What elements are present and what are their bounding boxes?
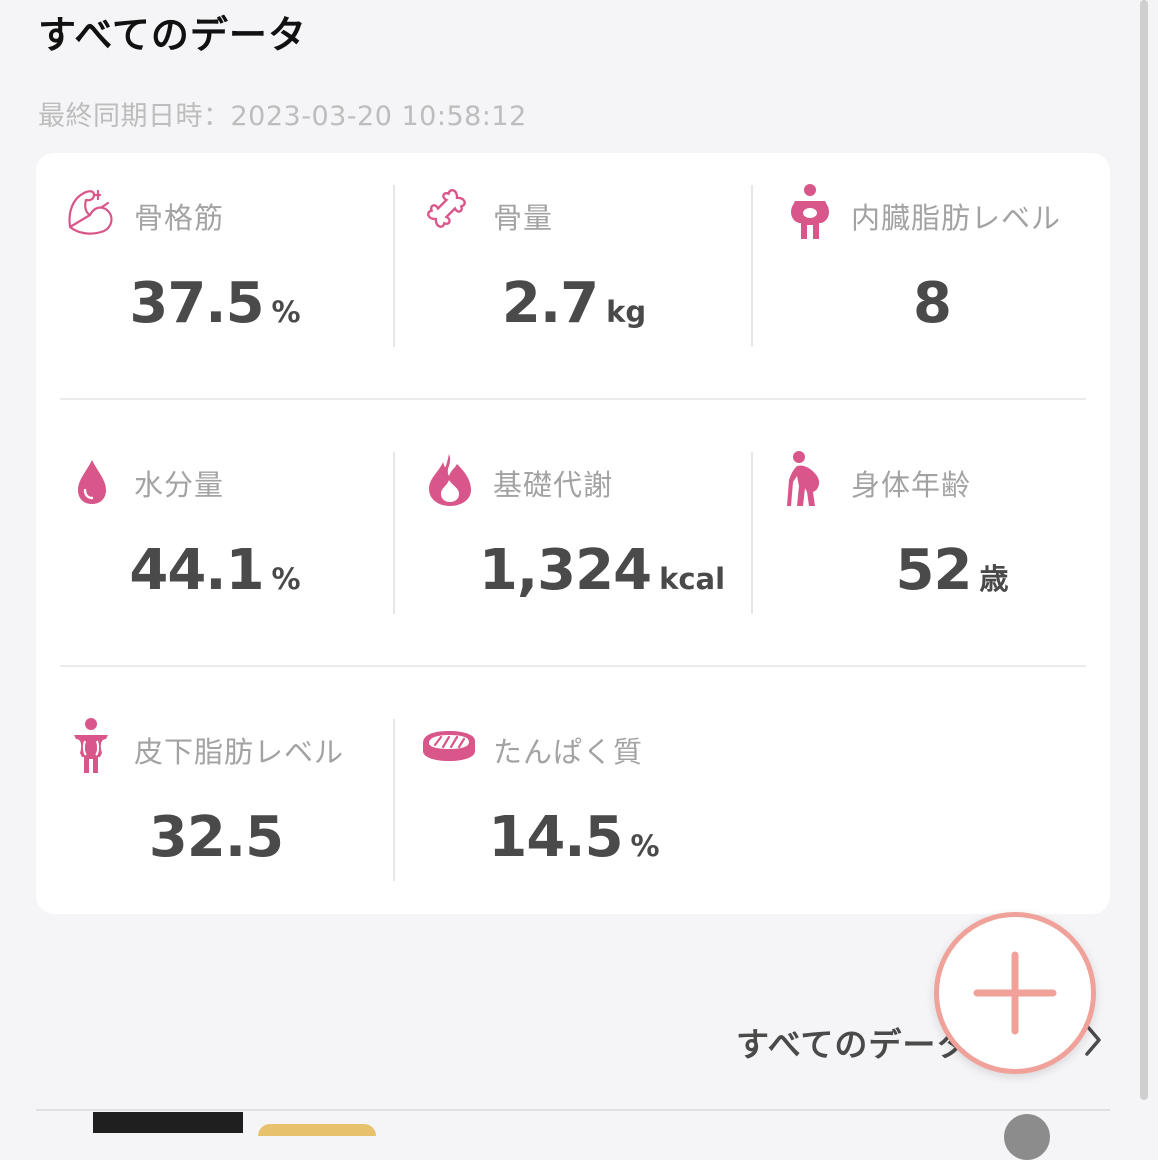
steak-icon: [423, 731, 475, 761]
metric-label: 皮下脂肪レベル: [134, 735, 345, 769]
section-divider: [36, 1109, 1110, 1111]
elderly-person-icon: [787, 451, 820, 506]
metric-skeletal-muscle[interactable]: 骨格筋 37.5%: [36, 153, 394, 419]
visceral-fat-icon: [791, 184, 829, 239]
flame-icon: [429, 454, 471, 506]
metrics-row: 水分量 44.1% 基礎代謝 1,324 kcal 身体年齢 52 歳: [36, 420, 1110, 686]
last-sync-timestamp: 最終同期日時：2023-03-20 10:58:12: [38, 101, 527, 132]
metric-value: 1,324: [478, 538, 652, 603]
metric-label: 身体年齢: [851, 468, 972, 502]
water-drop-icon: [78, 460, 106, 504]
plus-icon: [973, 951, 1057, 1035]
metrics-row: 骨格筋 37.5% 骨量 2.7 kg 内臓脂肪レベル 8: [36, 153, 1110, 419]
metric-value: 2.7: [501, 271, 599, 336]
metric-label: 基礎代謝: [493, 468, 614, 502]
muscle-icon: [68, 189, 113, 235]
ad-food-image[interactable]: [258, 1124, 376, 1136]
metric-water[interactable]: 水分量 44.1%: [36, 420, 394, 686]
metric-value: 44.1: [129, 538, 264, 603]
metric-value: 14.5: [488, 805, 623, 870]
subcutaneous-fat-icon: [74, 718, 108, 773]
metric-label: 内臓脂肪レベル: [851, 201, 1062, 235]
close-icon[interactable]: [1004, 1114, 1050, 1160]
row-divider: [60, 398, 1086, 400]
scrollbar[interactable]: [1140, 0, 1148, 1100]
metrics-row: 皮下脂肪レベル 32.5 たんぱく質 14.5%: [36, 687, 1110, 953]
metric-value: 52: [895, 538, 973, 603]
bone-icon: [427, 189, 466, 228]
metric-label: 水分量: [134, 468, 225, 502]
page-title: すべてのデータ: [38, 13, 307, 57]
metric-unit: %: [630, 829, 660, 863]
metric-basal-metabolism[interactable]: 基礎代謝 1,324 kcal: [395, 420, 752, 686]
metric-unit: kcal: [659, 562, 726, 596]
all-data-link[interactable]: すべてのデータ: [736, 1018, 970, 1066]
metric-protein[interactable]: たんぱく質 14.5%: [395, 687, 752, 953]
metric-visceral-fat[interactable]: 内臓脂肪レベル 8: [753, 153, 1110, 419]
metric-body-age[interactable]: 身体年齢 52 歳: [753, 420, 1110, 686]
metric-subcutaneous-fat[interactable]: 皮下脂肪レベル 32.5: [36, 687, 394, 953]
metric-label: 骨量: [493, 201, 554, 235]
metric-bone-mass[interactable]: 骨量 2.7 kg: [395, 153, 752, 419]
metric-unit: kg: [606, 295, 647, 329]
metric-unit: 歳: [979, 562, 1009, 596]
add-data-button[interactable]: [934, 912, 1096, 1074]
metric-label: たんぱく質: [493, 735, 644, 769]
metric-value: 32.5: [148, 805, 284, 870]
metrics-card: 骨格筋 37.5% 骨量 2.7 kg 内臓脂肪レベル 8 水分量 44.1 %…: [36, 153, 1110, 914]
ad-image[interactable]: [93, 1112, 243, 1133]
metric-unit: %: [271, 295, 301, 329]
metric-value: 8: [913, 271, 952, 336]
metric-value: 37.5: [129, 271, 264, 336]
row-divider: [60, 665, 1086, 667]
metric-unit: %: [271, 562, 301, 596]
metric-label: 骨格筋: [134, 201, 225, 235]
